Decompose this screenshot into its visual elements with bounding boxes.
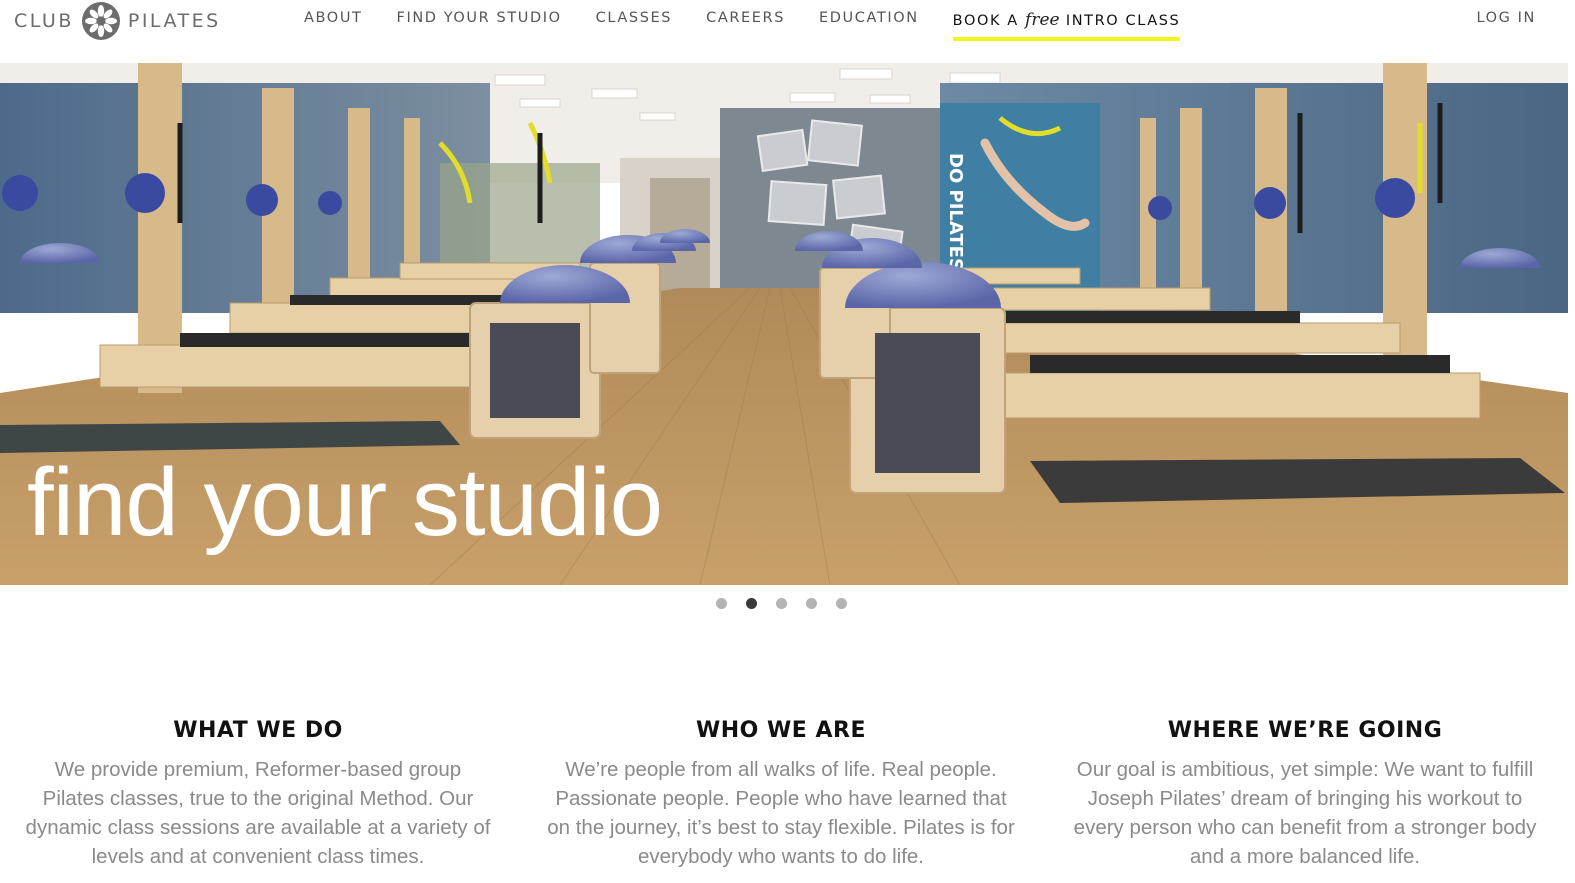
slider-dot-2[interactable] (746, 598, 757, 609)
section-title-where-were-going: WHERE WE’RE GOING (1167, 718, 1443, 743)
site-header: CLUB PILATES ABOUT FIND YOUR STUDIO CLAS… (0, 0, 1575, 63)
slider-dot-3[interactable] (776, 598, 787, 609)
cta-text-free: free (1025, 10, 1060, 30)
main-nav: ABOUT FIND YOUR STUDIO CLASSES CAREERS E… (304, 10, 1181, 41)
logo-word-club: CLUB (14, 10, 74, 32)
club-pilates-logo[interactable]: CLUB PILATES (14, 0, 221, 42)
cta-text-before: BOOK A (952, 13, 1019, 29)
slider-pagination (716, 598, 847, 609)
section-title-what-we-do: WHAT WE DO (173, 718, 343, 743)
what-we-do-section: WHAT WE DO We provide premium, Reformer-… (23, 718, 493, 871)
nav-about[interactable]: ABOUT (304, 10, 363, 41)
section-body-who-we-are: We’re people from all walks of life. Rea… (547, 758, 1015, 868)
nav-careers[interactable]: CAREERS (706, 10, 785, 41)
cta-text-after: INTRO CLASS (1065, 13, 1181, 29)
where-were-going-section: WHERE WE’RE GOING Our goal is ambitious,… (1070, 718, 1540, 871)
hero-slider: DO PILATES (0, 63, 1568, 585)
nav-find-your-studio[interactable]: FIND YOUR STUDIO (397, 10, 562, 41)
nav-education[interactable]: EDUCATION (819, 10, 919, 41)
slider-dot-5[interactable] (836, 598, 847, 609)
login-link[interactable]: LOG IN (1476, 10, 1536, 26)
slider-dot-4[interactable] (806, 598, 817, 609)
slider-dot-1[interactable] (716, 598, 727, 609)
who-we-are-section: WHO WE ARE We’re people from all walks o… (546, 718, 1016, 871)
flower-logo-icon (81, 2, 120, 40)
logo-word-pilates: PILATES (127, 10, 221, 32)
nav-classes[interactable]: CLASSES (596, 10, 672, 41)
section-body-what-we-do: We provide premium, Reformer-based group… (25, 758, 491, 868)
nav-book-free-intro-class[interactable]: BOOK A free INTRO CLASS (952, 10, 1181, 41)
section-body-where-were-going: Our goal is ambitious, yet simple: We wa… (1073, 758, 1537, 868)
section-title-who-we-are: WHO WE ARE (696, 718, 866, 743)
hero-caption: find your studio (27, 449, 663, 556)
